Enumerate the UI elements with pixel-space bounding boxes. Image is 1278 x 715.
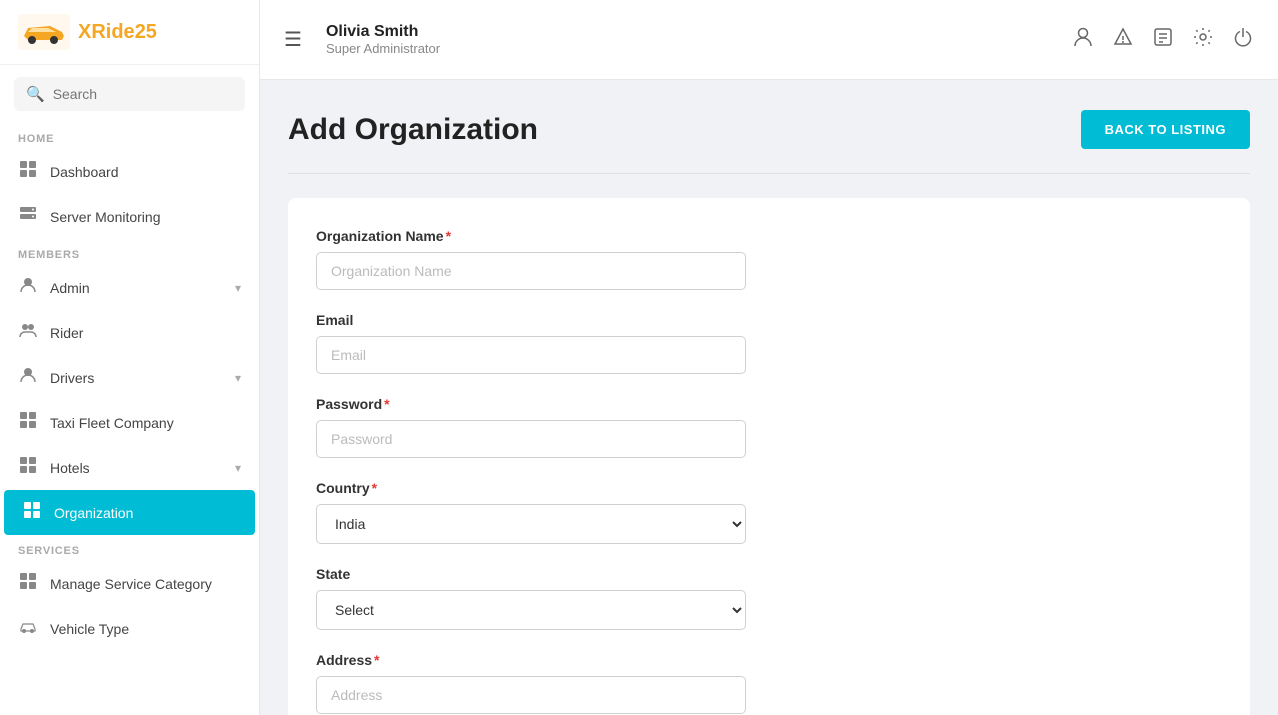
user-profile-icon[interactable] (1072, 26, 1094, 54)
email-input[interactable] (316, 336, 746, 374)
field-email: Email (316, 312, 1222, 374)
search-box[interactable]: 🔍 (14, 77, 245, 111)
manage-service-icon (18, 572, 38, 595)
rider-icon (18, 321, 38, 344)
menu-toggle-icon[interactable]: ☰ (284, 27, 302, 52)
address-input[interactable] (316, 676, 746, 714)
org-name-input[interactable] (316, 252, 746, 290)
address-label: Address* (316, 652, 1222, 668)
logo-icon (18, 14, 70, 50)
content-header: Add Organization BACK TO LISTING (288, 110, 1250, 149)
user-role: Super Administrator (326, 41, 1056, 56)
chevron-down-icon-2: ▾ (235, 371, 241, 385)
page-title: Add Organization (288, 113, 538, 147)
section-members: MEMBERS (0, 239, 259, 265)
field-state: State Select Maharashtra Delhi Karnataka… (316, 566, 1222, 630)
field-address: Address* (316, 652, 1222, 714)
field-org-name: Organization Name* (316, 228, 1222, 290)
sidebar-item-manage-service-label: Manage Service Category (50, 576, 212, 592)
sidebar-item-admin-label: Admin (50, 280, 90, 296)
sidebar-item-organization[interactable]: Organization (4, 490, 255, 535)
alert-icon[interactable] (1112, 26, 1134, 54)
sidebar-item-drivers-label: Drivers (50, 370, 94, 386)
admin-icon (18, 276, 38, 299)
logo-text: XRide25 (78, 21, 157, 44)
sidebar-item-manage-service[interactable]: Manage Service Category (0, 561, 259, 606)
password-label: Password* (316, 396, 1222, 412)
sidebar-item-drivers[interactable]: Drivers ▾ (0, 355, 259, 400)
settings-icon[interactable] (1192, 26, 1214, 54)
state-select[interactable]: Select Maharashtra Delhi Karnataka Tamil… (316, 590, 746, 630)
chevron-down-icon: ▾ (235, 281, 241, 295)
email-label: Email (316, 312, 1222, 328)
sidebar-item-server-label: Server Monitoring (50, 209, 161, 225)
sidebar-item-dashboard-label: Dashboard (50, 164, 119, 180)
content-area: Add Organization BACK TO LISTING Organiz… (260, 80, 1278, 715)
logo: XRide25 (0, 0, 259, 65)
chevron-down-icon-3: ▾ (235, 461, 241, 475)
sidebar-item-rider[interactable]: Rider (0, 310, 259, 355)
user-name: Olivia Smith (326, 23, 1056, 41)
state-label: State (316, 566, 1222, 582)
sidebar: XRide25 🔍 HOME Dashboard Server Monitori… (0, 0, 260, 715)
form-card: Organization Name* Email Password* (288, 198, 1250, 715)
country-select[interactable]: India USA UK Canada Australia (316, 504, 746, 544)
notes-icon[interactable] (1152, 26, 1174, 54)
org-name-label: Organization Name* (316, 228, 1222, 244)
taxi-fleet-icon (18, 411, 38, 434)
sidebar-item-rider-label: Rider (50, 325, 83, 341)
user-info: Olivia Smith Super Administrator (326, 23, 1056, 56)
header-divider (288, 173, 1250, 174)
sidebar-item-taxi-fleet[interactable]: Taxi Fleet Company (0, 400, 259, 445)
dashboard-icon (18, 160, 38, 183)
drivers-icon (18, 366, 38, 389)
section-home: HOME (0, 123, 259, 149)
field-country: Country* India USA UK Canada Australia (316, 480, 1222, 544)
field-password: Password* (316, 396, 1222, 458)
section-services: SERVICES (0, 535, 259, 561)
sidebar-item-server-monitoring[interactable]: Server Monitoring (0, 194, 259, 239)
vehicle-type-icon (18, 617, 38, 640)
search-input[interactable] (53, 86, 233, 102)
main-area: ☰ Olivia Smith Super Administrator (260, 0, 1278, 715)
power-icon[interactable] (1232, 26, 1254, 54)
search-icon: 🔍 (26, 85, 45, 103)
sidebar-item-vehicle-type[interactable]: Vehicle Type (0, 606, 259, 651)
back-to-listing-button[interactable]: BACK TO LISTING (1081, 110, 1250, 149)
sidebar-item-dashboard[interactable]: Dashboard (0, 149, 259, 194)
sidebar-item-hotels[interactable]: Hotels ▾ (0, 445, 259, 490)
sidebar-item-vehicle-type-label: Vehicle Type (50, 621, 129, 637)
sidebar-item-taxi-label: Taxi Fleet Company (50, 415, 174, 431)
topbar: ☰ Olivia Smith Super Administrator (260, 0, 1278, 80)
server-monitoring-icon (18, 205, 38, 228)
topbar-actions (1072, 26, 1254, 54)
sidebar-item-admin[interactable]: Admin ▾ (0, 265, 259, 310)
sidebar-item-hotels-label: Hotels (50, 460, 90, 476)
password-input[interactable] (316, 420, 746, 458)
country-label: Country* (316, 480, 1222, 496)
sidebar-item-organization-label: Organization (54, 505, 133, 521)
hotels-icon (18, 456, 38, 479)
organization-icon (22, 501, 42, 524)
